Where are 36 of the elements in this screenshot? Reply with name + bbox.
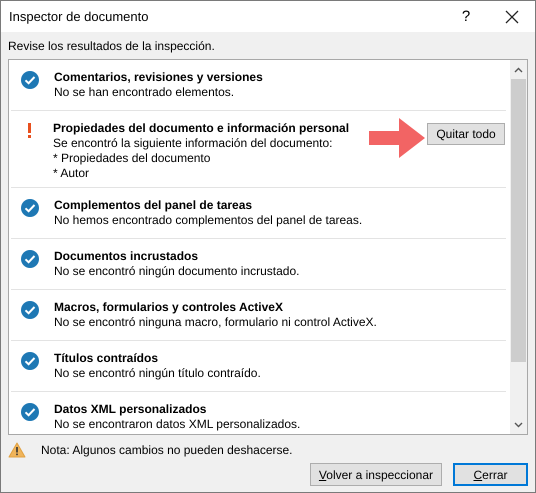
warning-icon	[8, 442, 26, 458]
result-text: Se encontró la siguiente información del documento:	[53, 136, 333, 151]
result-title: Comentarios, revisiones y versiones	[54, 69, 263, 85]
arrow-icon	[369, 118, 425, 158]
result-title: Macros, formularios y controles ActiveX	[54, 299, 283, 315]
result-text: No se encontró ninguna macro, formulario ni control ActiveX.	[54, 315, 377, 330]
remove-all-button[interactable]: Quitar todo	[427, 123, 505, 145]
check-icon	[21, 352, 39, 370]
close-icon	[505, 10, 519, 24]
instruction-text: Revise los resultados de la inspección.	[8, 39, 216, 53]
close-dialog-button[interactable]: Cerrar	[453, 463, 528, 486]
check-icon	[21, 301, 39, 319]
help-button[interactable]: ?	[443, 1, 489, 32]
result-text: No se encontró ningún documento incrustado.	[54, 264, 300, 279]
scrollbar[interactable]	[510, 60, 527, 434]
check-icon	[21, 250, 39, 268]
result-title: Propiedades del documento e información personal	[53, 120, 350, 136]
result-text: No se encontraron datos XML personalizados.	[54, 417, 300, 432]
window-title: Inspector de documento	[9, 9, 150, 24]
result-text: No hemos encontrado complementos del panel de tareas.	[54, 213, 362, 228]
result-title: Títulos contraídos	[54, 350, 158, 366]
result-title: Datos XML personalizados	[54, 401, 206, 417]
scroll-down-icon[interactable]	[514, 422, 523, 428]
check-icon	[21, 71, 39, 89]
check-icon	[21, 199, 39, 217]
result-text: No se han encontrado elementos.	[54, 85, 234, 100]
result-title: Documentos incrustados	[54, 248, 198, 264]
result-title: Complementos del panel de tareas	[54, 197, 252, 213]
reinspect-button[interactable]: Volver a inspeccionar	[310, 463, 442, 486]
result-text: * Propiedades del documento	[53, 151, 210, 166]
check-icon	[21, 403, 39, 421]
note-text: Nota: Algunos cambios no pueden deshacerse.	[41, 443, 293, 457]
result-text: * Autor	[53, 166, 90, 181]
exclamation-icon	[28, 123, 31, 138]
result-text: No se encontró ningún título contraído.	[54, 366, 261, 381]
scroll-up-icon[interactable]	[514, 67, 523, 73]
